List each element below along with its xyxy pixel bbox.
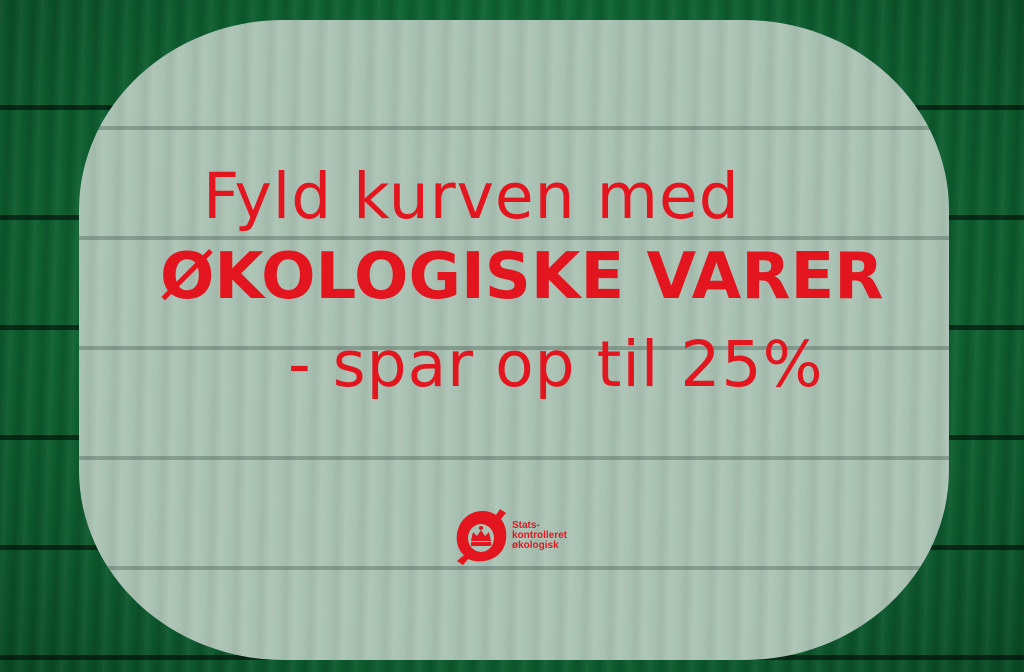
organic-certification-logo: Stats- kontrolleret økologisk xyxy=(454,505,584,567)
logo-text-line: økologisk xyxy=(512,540,559,551)
headline-line-2: ØKOLOGISKE VARER xyxy=(160,240,884,314)
headline-line-3: - spar op til 25% xyxy=(288,328,824,401)
logo-text: Stats- kontrolleret økologisk xyxy=(512,521,567,551)
oe-organic-label-icon xyxy=(456,509,507,565)
headline-line-1: Fyld kurven med xyxy=(203,160,740,233)
